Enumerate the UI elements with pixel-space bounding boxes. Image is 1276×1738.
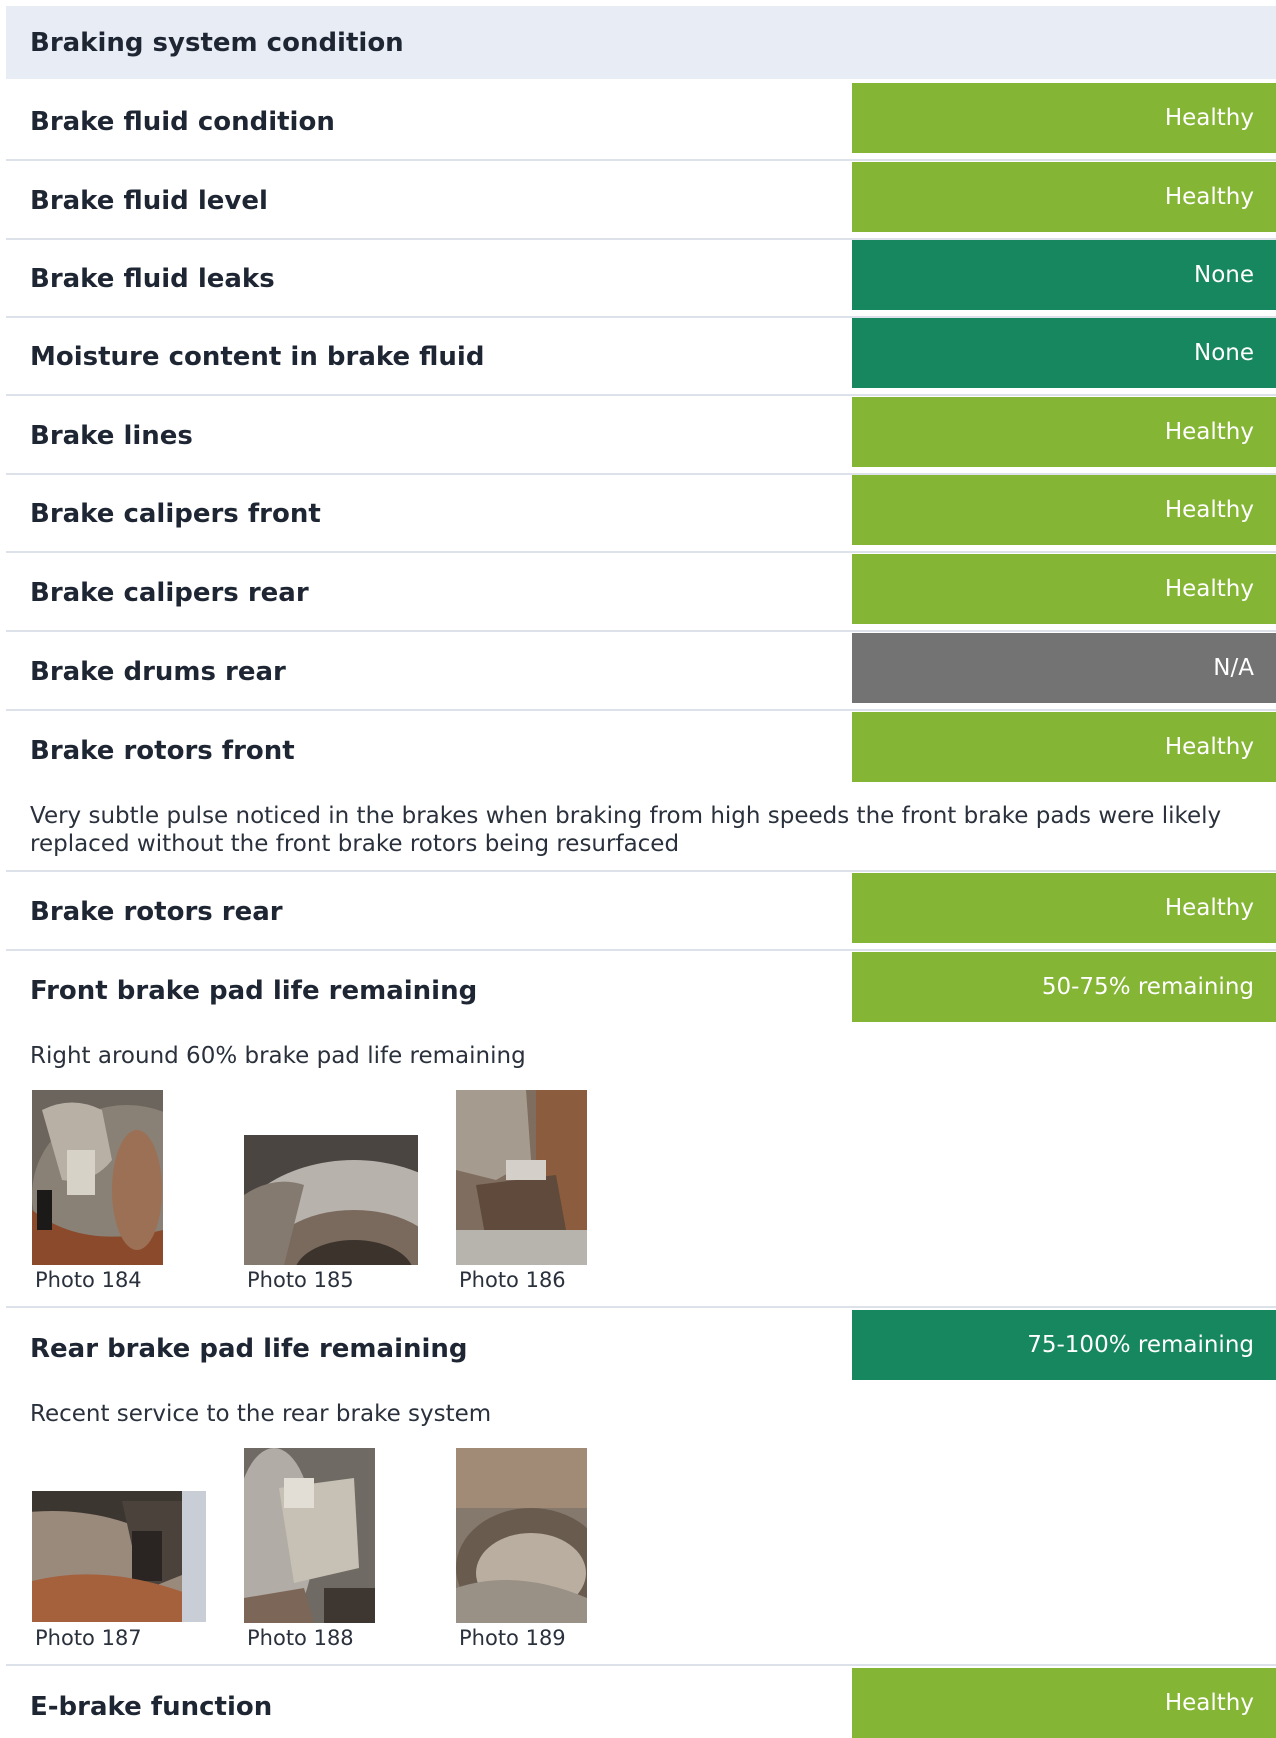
status-badge: Healthy xyxy=(852,554,1276,624)
item-label: Moisture content in brake fluid xyxy=(30,342,485,372)
status-badge: Healthy xyxy=(852,162,1276,232)
photo-caption: Photo 184 xyxy=(35,1268,142,1292)
photo-caption: Photo 189 xyxy=(459,1626,566,1650)
status-badge: Healthy xyxy=(852,712,1276,782)
inspection-row-brake-fluid-leaks: Brake fluid leaks None xyxy=(6,240,1276,318)
inspection-row-brake-rotors-rear: Brake rotors rear Healthy xyxy=(6,873,1276,951)
section-title: Braking system condition xyxy=(6,6,1276,79)
inspection-row-rear-pad-life: Rear brake pad life remaining 75-100% re… xyxy=(6,1310,1276,1388)
status-badge: Healthy xyxy=(852,475,1276,545)
inspector-note: Recent service to the rear brake system xyxy=(30,1401,492,1427)
brake-photo-image[interactable] xyxy=(244,1135,418,1265)
status-badge: None xyxy=(852,318,1276,388)
item-label: Brake drums rear xyxy=(30,657,286,687)
status-badge: Healthy xyxy=(852,1668,1276,1738)
item-label: Brake rotors front xyxy=(30,736,295,766)
divider xyxy=(6,1664,1276,1666)
inspection-row-brake-fluid-condition: Brake fluid condition Healthy xyxy=(6,83,1276,161)
inspection-row-moisture-content: Moisture content in brake fluid None xyxy=(6,318,1276,396)
divider xyxy=(6,870,1276,872)
item-label: Brake fluid leaks xyxy=(30,264,275,294)
status-badge: None xyxy=(852,240,1276,310)
photo-caption: Photo 185 xyxy=(247,1268,354,1292)
item-label: Brake lines xyxy=(30,421,193,451)
item-label: Brake rotors rear xyxy=(30,897,283,927)
inspection-row-brake-rotors-front: Brake rotors front Healthy xyxy=(6,712,1276,790)
photo-caption: Photo 186 xyxy=(459,1268,566,1292)
status-badge: Healthy xyxy=(852,397,1276,467)
brake-photo-image[interactable] xyxy=(32,1491,206,1622)
inspector-note: Right around 60% brake pad life remainin… xyxy=(30,1043,526,1069)
photo-caption: Photo 187 xyxy=(35,1626,142,1650)
item-label: Front brake pad life remaining xyxy=(30,976,478,1006)
status-badge: Healthy xyxy=(852,83,1276,153)
item-label: E-brake function xyxy=(30,1692,273,1722)
item-label: Rear brake pad life remaining xyxy=(30,1334,468,1364)
inspection-row-brake-calipers-rear: Brake calipers rear Healthy xyxy=(6,554,1276,632)
inspection-row-front-pad-life: Front brake pad life remaining 50-75% re… xyxy=(6,952,1276,1030)
inspection-row-brake-lines: Brake lines Healthy xyxy=(6,397,1276,475)
brake-photo-image[interactable] xyxy=(456,1090,587,1265)
status-badge: N/A xyxy=(852,633,1276,703)
item-label: Brake calipers front xyxy=(30,499,321,529)
inspector-note: Very subtle pulse noticed in the brakes … xyxy=(30,803,1222,857)
inspection-row-e-brake-function: E-brake function Healthy xyxy=(6,1668,1276,1738)
inspection-row-brake-fluid-level: Brake fluid level Healthy xyxy=(6,162,1276,240)
brake-photo-image[interactable] xyxy=(32,1090,163,1265)
photo-caption: Photo 188 xyxy=(247,1626,354,1650)
brake-photo-image[interactable] xyxy=(456,1448,587,1623)
inspection-row-brake-drums-rear: Brake drums rear N/A xyxy=(6,633,1276,711)
inspection-row-brake-calipers-front: Brake calipers front Healthy xyxy=(6,475,1276,553)
item-label: Brake calipers rear xyxy=(30,578,309,608)
status-badge: 50-75% remaining xyxy=(852,952,1276,1022)
item-label: Brake fluid level xyxy=(30,186,268,216)
divider xyxy=(6,1306,1276,1308)
brake-photo-image[interactable] xyxy=(244,1448,375,1623)
status-badge: Healthy xyxy=(852,873,1276,943)
status-badge: 75-100% remaining xyxy=(852,1310,1276,1380)
item-label: Brake fluid condition xyxy=(30,107,335,137)
